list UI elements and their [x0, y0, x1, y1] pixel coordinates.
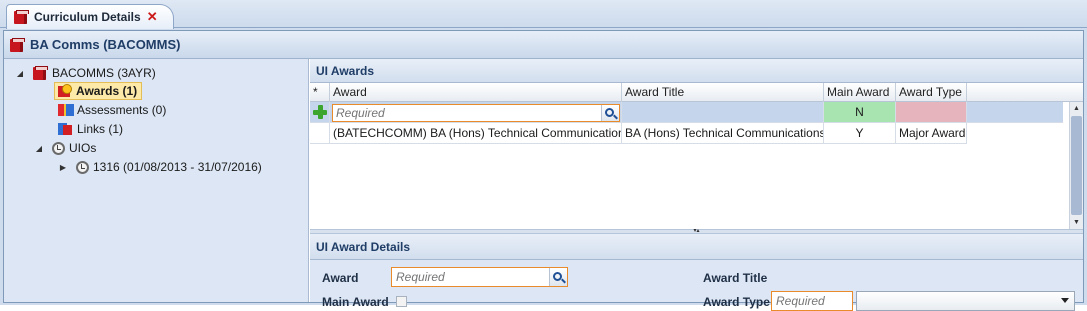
award-input[interactable]: [333, 105, 601, 121]
panel-title: BA Comms (BACOMMS): [30, 37, 181, 52]
award-type-label: Award Type: [703, 295, 770, 309]
scroll-up-icon[interactable]: ▲: [1070, 102, 1083, 115]
new-row-filler: [967, 102, 1063, 123]
column-header-award-title[interactable]: Award Title: [622, 83, 824, 102]
grid-vertical-scrollbar[interactable]: ▲ ▼: [1069, 102, 1083, 229]
main-award-checkbox[interactable]: [396, 296, 407, 307]
new-row-indicator: [310, 102, 330, 123]
tree-node-uios[interactable]: ◢ UIOs: [34, 139, 96, 157]
main-award-label: Main Award: [322, 295, 389, 309]
new-row-award-type-cell[interactable]: [896, 102, 967, 123]
chevron-down-icon: [1061, 298, 1069, 303]
scroll-down-icon[interactable]: ▼: [1070, 216, 1083, 229]
tree-node-label: BACOMMS (3AYR): [52, 66, 156, 80]
award-type-code-field[interactable]: [771, 291, 853, 311]
award-type-cell[interactable]: Major Award: [896, 123, 967, 144]
tree-node-label: Awards (1): [76, 84, 138, 98]
collapse-arrow-icon[interactable]: ◢: [15, 69, 25, 78]
row-indicator: [310, 123, 330, 144]
collapse-arrow-icon[interactable]: ◢: [34, 144, 44, 153]
expand-arrow-icon[interactable]: ▶: [58, 163, 68, 172]
tree-node-root[interactable]: ◢ BACOMMS (3AYR): [15, 64, 156, 82]
tree-node-links[interactable]: Links (1): [58, 120, 123, 138]
panel-header: BA Comms (BACOMMS): [4, 31, 1083, 59]
award-lookup-button[interactable]: [601, 105, 619, 121]
tab-curriculum-details[interactable]: Curriculum Details ✕: [6, 4, 174, 29]
tree-node-label: UIOs: [69, 141, 97, 155]
tree-node-label: 1316 (01/08/2013 - 31/07/2016): [93, 160, 262, 174]
curriculum-tree: ◢ BACOMMS (3AYR) Awards (1) Assessments …: [4, 59, 309, 302]
award-lookup-input[interactable]: [332, 104, 620, 122]
column-header-award-type[interactable]: Award Type: [896, 83, 967, 102]
column-header-award[interactable]: Award: [330, 83, 622, 102]
new-row-award-title-cell[interactable]: [622, 102, 824, 123]
search-icon: [605, 107, 614, 117]
ui-awards-header: UI Awards: [310, 59, 1083, 83]
award-title-cell[interactable]: BA (Hons) Technical Communications: [622, 123, 824, 144]
tab-label: Curriculum Details: [34, 10, 141, 24]
ui-award-details-header: UI Award Details: [310, 234, 1083, 260]
book-icon: [33, 66, 48, 80]
award-cell[interactable]: (BATECHCOMM) BA (Hons) Technical Communi…: [330, 123, 622, 144]
clock-icon: [52, 141, 65, 155]
window: Curriculum Details ✕ BA Comms (BACOMMS) …: [0, 0, 1087, 311]
new-row[interactable]: N: [310, 102, 1063, 123]
book-icon: [14, 10, 29, 24]
column-header-indicator[interactable]: *: [310, 83, 330, 102]
main-award-cell[interactable]: Y: [824, 123, 896, 144]
details-award-input[interactable]: [392, 268, 546, 286]
details-award-lookup[interactable]: [391, 267, 568, 287]
links-icon: [58, 122, 73, 136]
grid-header: * Award Award Title Main Award Award Typ…: [310, 83, 1083, 102]
document-tabstrip: Curriculum Details ✕: [0, 0, 1087, 29]
close-icon[interactable]: ✕: [147, 9, 158, 25]
details-award-lookup-button[interactable]: [549, 268, 567, 286]
ui-awards-grid: * Award Award Title Main Award Award Typ…: [310, 83, 1083, 229]
assessment-icon: [58, 103, 74, 117]
book-icon: [10, 37, 25, 52]
award-title-label: Award Title: [703, 271, 768, 285]
new-row-main-award-cell[interactable]: N: [824, 102, 896, 123]
award-icon: [57, 84, 72, 98]
curriculum-panel: BA Comms (BACOMMS) ◢ BACOMMS (3AYR) Awar…: [3, 30, 1084, 311]
column-header-main-award[interactable]: Main Award: [824, 83, 896, 102]
table-row[interactable]: (BATECHCOMM) BA (Hons) Technical Communi…: [310, 123, 1063, 144]
add-icon: [313, 105, 327, 119]
ui-awards-area: UI Awards * Award Award Title Main Award…: [310, 59, 1083, 311]
tree-node-awards[interactable]: Awards (1): [54, 82, 143, 100]
award-label: Award: [322, 271, 359, 285]
ui-award-details: UI Award Details Award Main Award Award …: [310, 234, 1083, 311]
scroll-thumb[interactable]: [1071, 116, 1082, 215]
tree-node-label: Links (1): [77, 122, 124, 136]
tree-node-uio-1316[interactable]: ▶ 1316 (01/08/2013 - 31/07/2016): [58, 158, 262, 176]
tree-node-label: Assessments (0): [77, 103, 167, 117]
search-icon: [553, 271, 562, 281]
tree-node-assessments[interactable]: Assessments (0): [58, 101, 166, 119]
award-type-dropdown[interactable]: [856, 291, 1075, 311]
award-type-input[interactable]: [772, 292, 850, 310]
clock-icon: [76, 160, 89, 174]
